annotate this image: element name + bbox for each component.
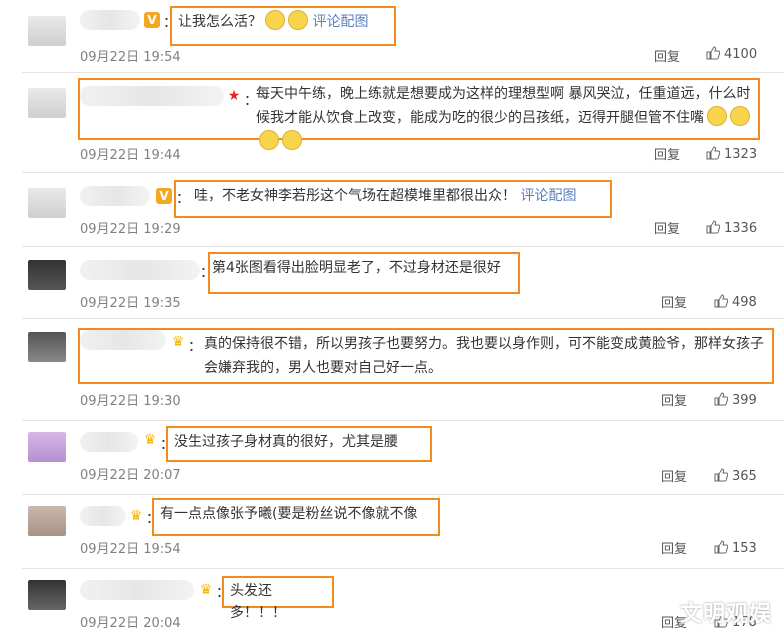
like-button[interactable]: 365 xyxy=(714,468,757,484)
like-count: 1323 xyxy=(724,147,758,162)
like-count: 498 xyxy=(732,295,757,310)
username[interactable] xyxy=(80,432,138,452)
timestamp: 09月22日 19:44 xyxy=(80,148,181,163)
crown-badge-icon: ♛ xyxy=(199,582,213,598)
avatar[interactable] xyxy=(28,260,66,290)
comment-text: 真的保持很不错，所以男孩子也要努力。我也要以身作则，可不能变成黄脸爷，那样女孩子… xyxy=(204,336,764,376)
username[interactable] xyxy=(80,10,140,30)
comment-2: ★ ： 每天中午练，晚上练就是想要成为这样的理想型啊 暴风哭泣，任重道远，什么时… xyxy=(0,74,784,170)
divider xyxy=(22,246,784,247)
divider xyxy=(22,72,784,73)
crying-emoji-icon xyxy=(707,106,727,126)
timestamp: 09月22日 19:30 xyxy=(80,394,181,409)
emoji-icon xyxy=(288,10,308,30)
comment-text: 哇，不老女神李若彤这个气场在超模堆里都很出众！ xyxy=(194,188,516,204)
comment-text-box: 每天中午练，晚上练就是想要成为这样的理想型啊 暴风哭泣，任重道远，什么时候我才能… xyxy=(78,78,760,150)
like-button[interactable]: 1323 xyxy=(706,146,757,162)
username[interactable] xyxy=(80,580,194,600)
timestamp: 09月22日 19:35 xyxy=(80,296,181,311)
divider xyxy=(22,420,784,421)
like-count: 365 xyxy=(732,469,757,484)
avatar[interactable] xyxy=(28,188,66,218)
username[interactable] xyxy=(80,506,126,526)
username[interactable] xyxy=(80,260,200,280)
divider xyxy=(22,568,784,569)
comment-text: 第4张图看得出脸明显老了，不过身材还是很好 xyxy=(212,260,501,276)
reply-button[interactable]: 回复 xyxy=(654,144,680,163)
like-button[interactable]: 399 xyxy=(714,392,757,408)
like-count: 1336 xyxy=(724,221,758,236)
avatar[interactable] xyxy=(28,432,66,462)
timestamp: 09月22日 19:29 xyxy=(80,222,181,237)
thumb-up-icon xyxy=(706,46,720,60)
comment-text-box: 真的保持很不错，所以男孩子也要努力。我也要以身作则，可不能变成黄脸爷，那样女孩子… xyxy=(78,328,774,384)
comment-3: V ： 哇，不老女神李若彤这个气场在超模堆里都很出众！ 评论配图 09月22日 … xyxy=(0,174,784,244)
comment-4: ： 第4张图看得出脸明显老了，不过身材还是很好 09月22日 19:35 回复 … xyxy=(0,248,784,318)
username[interactable] xyxy=(80,186,150,206)
crown-badge-icon: ♛ xyxy=(143,432,157,448)
avatar[interactable] xyxy=(28,16,66,46)
comment-text-box: 让我怎么活？ 评论配图 xyxy=(170,6,396,46)
like-count: 399 xyxy=(732,393,757,408)
crown-badge-icon: ♛ xyxy=(129,508,143,524)
thumb-up-icon xyxy=(714,294,728,308)
comment-text: 每天中午练，晚上练就是想要成为这样的理想型啊 暴风哭泣，任重道远，什么时候我才能… xyxy=(256,86,751,126)
avatar[interactable] xyxy=(28,88,66,118)
like-button[interactable]: 498 xyxy=(714,294,757,310)
comment-text: 头发还多！！！ xyxy=(230,583,286,621)
reply-button[interactable]: 回复 xyxy=(654,218,680,237)
thumb-up-icon xyxy=(706,146,720,160)
reply-button[interactable]: 回复 xyxy=(654,46,680,65)
comment-text-box: 第4张图看得出脸明显老了，不过身材还是很好 xyxy=(208,252,520,294)
divider xyxy=(22,318,784,319)
avatar[interactable] xyxy=(28,506,66,536)
comment-image-link[interactable]: 评论配图 xyxy=(312,14,368,30)
emoji-icon xyxy=(265,10,285,30)
comment-1: V ： 让我怎么活？ 评论配图 09月22日 19:54 回复 4100 xyxy=(0,0,784,70)
crying-emoji-icon xyxy=(282,130,302,150)
divider xyxy=(22,494,784,495)
timestamp: 09月22日 20:04 xyxy=(80,616,181,631)
comment-text-box: 哇，不老女神李若彤这个气场在超模堆里都很出众！ 评论配图 xyxy=(174,180,612,218)
thumb-up-icon xyxy=(714,540,728,554)
thumb-up-icon xyxy=(714,392,728,406)
comment-text-box: 有一点点像张予曦(要是粉丝说不像就不像 xyxy=(152,498,440,536)
comment-6: ♛ ： 没生过孩子身材真的很好，尤其是腰 09月22日 20:07 回复 365 xyxy=(0,422,784,496)
thumb-up-icon xyxy=(714,468,728,482)
crying-emoji-icon xyxy=(730,106,750,126)
timestamp: 09月22日 19:54 xyxy=(80,542,181,557)
comment-5: ♛ ： 真的保持很不错，所以男孩子也要努力。我也要以身作则，可不能变成黄脸爷，那… xyxy=(0,320,784,420)
comment-7: ♛ ： 有一点点像张予曦(要是粉丝说不像就不像 09月22日 19:54 回复 … xyxy=(0,496,784,570)
like-button[interactable]: 153 xyxy=(714,540,757,556)
watermark: 文明观娱 xyxy=(679,602,772,627)
crying-emoji-icon xyxy=(259,130,279,150)
timestamp: 09月22日 19:54 xyxy=(80,50,181,65)
comment-text: 让我怎么活？ xyxy=(178,14,262,30)
like-count: 153 xyxy=(732,541,757,556)
comment-text-box: 头发还多！！！ xyxy=(222,576,334,621)
comment-text-box: 没生过孩子身材真的很好，尤其是腰 xyxy=(166,426,432,462)
comment-text: 没生过孩子身材真的很好，尤其是腰 xyxy=(174,434,398,450)
like-button[interactable]: 1336 xyxy=(706,220,757,236)
reply-button[interactable]: 回复 xyxy=(661,538,687,557)
thumb-up-icon xyxy=(706,220,720,234)
like-button[interactable]: 4100 xyxy=(706,46,757,62)
reply-button[interactable]: 回复 xyxy=(661,466,687,485)
like-count: 4100 xyxy=(724,47,758,62)
verified-badge-icon: V xyxy=(156,188,172,204)
verified-badge-icon: V xyxy=(144,12,160,28)
avatar[interactable] xyxy=(28,332,66,362)
timestamp: 09月22日 20:07 xyxy=(80,468,181,483)
reply-button[interactable]: 回复 xyxy=(661,390,687,409)
comment-image-link[interactable]: 评论配图 xyxy=(520,188,576,204)
divider xyxy=(22,172,784,173)
reply-button[interactable]: 回复 xyxy=(661,292,687,311)
avatar[interactable] xyxy=(28,580,66,610)
comment-text: 有一点点像张予曦(要是粉丝说不像就不像 xyxy=(160,506,418,522)
comment-8: ♛ ： 头发还多！！！ 09月22日 20:04 回复 178 xyxy=(0,570,784,638)
